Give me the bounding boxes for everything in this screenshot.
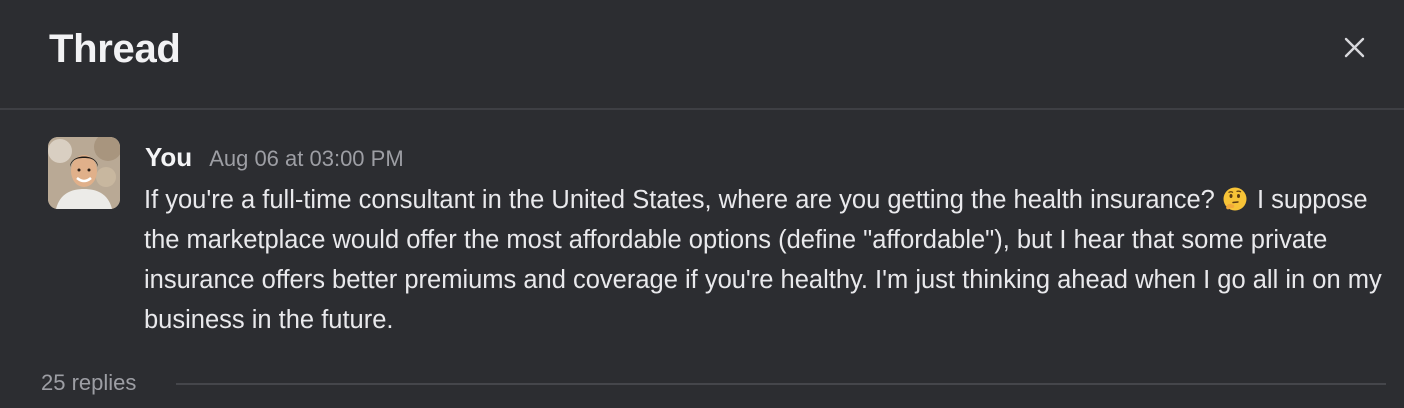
- message-body: If you're a full-time consultant in the …: [144, 180, 1384, 340]
- thread-title: Thread: [49, 27, 181, 71]
- thread-header: Thread: [0, 0, 1404, 110]
- close-button[interactable]: [1336, 30, 1372, 66]
- thread-footer: 25 replies: [0, 360, 1404, 408]
- message-meta: You Aug 06 at 03:00 PM: [145, 142, 404, 176]
- message-timestamp: Aug 06 at 03:00 PM: [209, 146, 404, 171]
- thinking-face-emoji-icon: [1223, 187, 1247, 211]
- replies-count[interactable]: 25 replies: [41, 370, 136, 396]
- message-author[interactable]: You: [145, 142, 192, 173]
- avatar[interactable]: [48, 137, 120, 209]
- close-icon[interactable]: [1336, 30, 1372, 66]
- replies-divider: [176, 383, 1386, 385]
- message-text-line1: If you're a full-time consultant in the …: [144, 186, 1215, 214]
- avatar-image: [48, 137, 120, 209]
- thread-message: You Aug 06 at 03:00 PM If you're a full-…: [0, 112, 1404, 352]
